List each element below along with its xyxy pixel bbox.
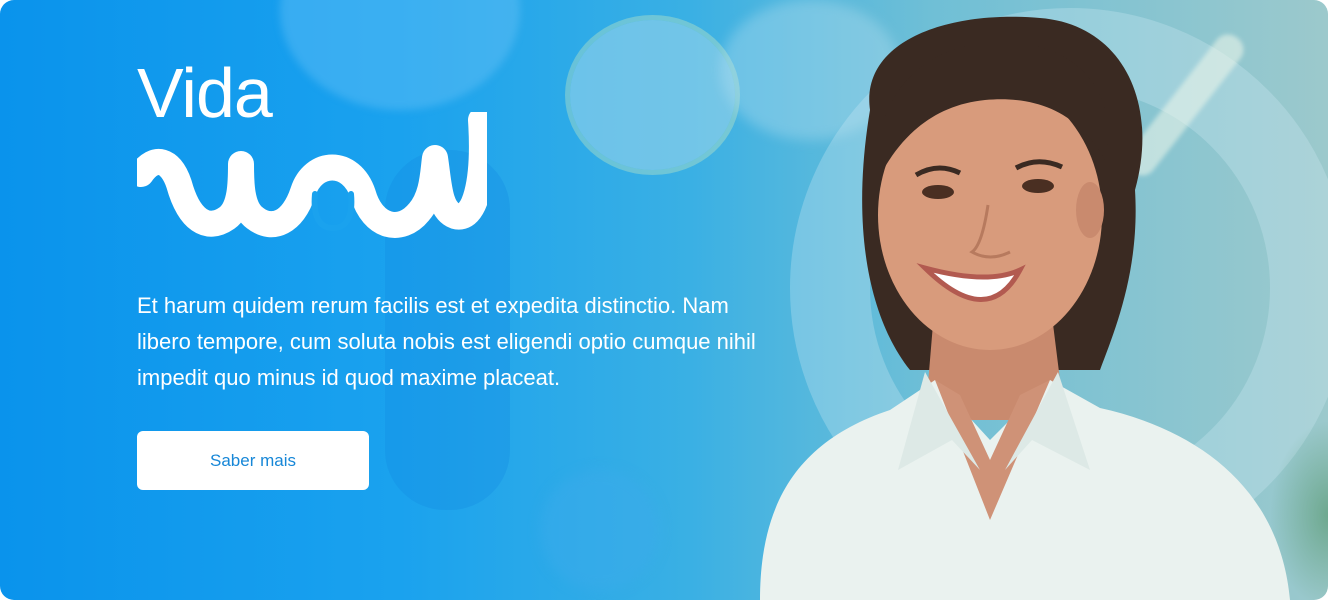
hero-description: Et harum quidem rerum facilis est et exp… bbox=[137, 293, 756, 390]
background-bokeh bbox=[570, 20, 735, 170]
background-bokeh bbox=[280, 0, 520, 110]
hero-photo-woman bbox=[760, 16, 1290, 600]
background-shape bbox=[790, 8, 1328, 568]
background-bokeh bbox=[540, 470, 660, 590]
hero-banner: Vida Et harum quidem rerum facilis est e… bbox=[0, 0, 1328, 600]
saber-mais-button[interactable]: Saber mais bbox=[137, 431, 369, 490]
background-bokeh bbox=[720, 0, 900, 140]
wow-logo bbox=[137, 112, 487, 238]
background-shape bbox=[1120, 28, 1250, 182]
background-plant bbox=[1270, 420, 1328, 600]
